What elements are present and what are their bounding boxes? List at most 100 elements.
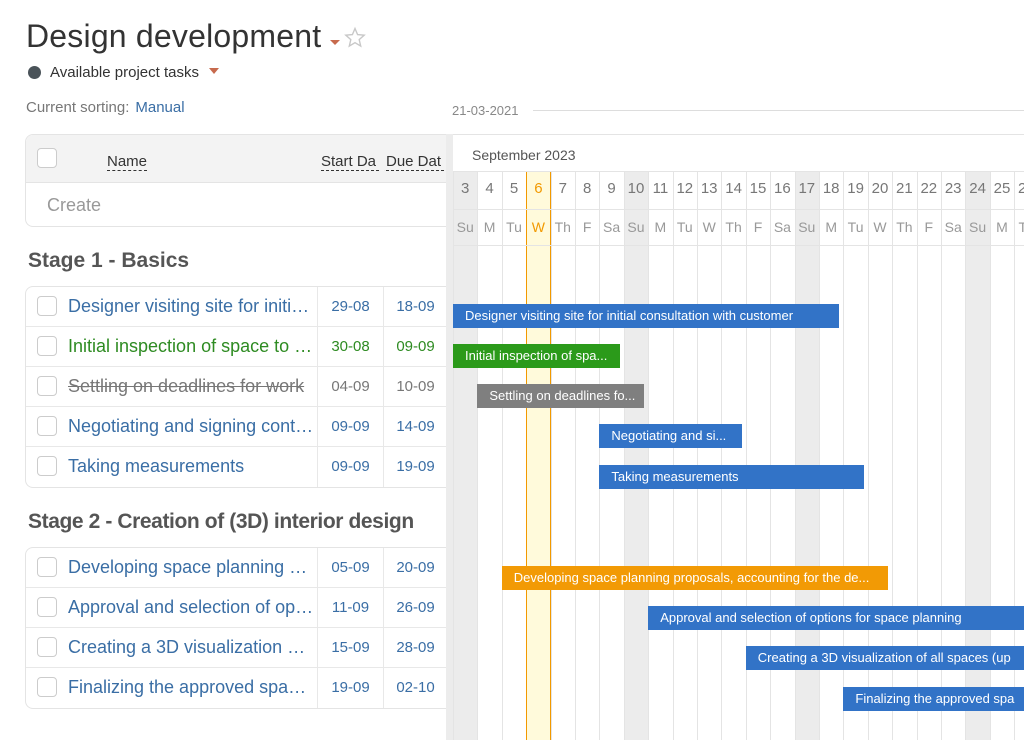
day-number: 24 (969, 180, 986, 197)
task-table-header: Name Start Da Due Dat Create (25, 134, 446, 227)
task-checkbox[interactable] (37, 336, 57, 356)
day-column (477, 171, 501, 740)
task-name[interactable]: Designer visiting site for initial consu… (68, 296, 314, 317)
day-name: Tu (676, 219, 693, 235)
day-name: Th (725, 219, 742, 235)
gantt-task-bar[interactable]: Taking measurements (599, 465, 864, 489)
task-checkbox[interactable] (37, 637, 57, 657)
task-name[interactable]: Finalizing the approved space planning (68, 677, 314, 698)
task-checkbox[interactable] (37, 376, 57, 396)
day-name: M (996, 219, 1008, 235)
page-title: Design development (26, 18, 322, 54)
column-header-name[interactable]: Name (107, 153, 148, 171)
create-task-input[interactable]: Create (47, 195, 101, 216)
day-name: Sa (603, 219, 621, 235)
task-checkbox[interactable] (37, 296, 57, 316)
column-header-due-date[interactable]: Due Dat (386, 153, 444, 171)
panel-splitter[interactable] (446, 134, 453, 740)
task-name[interactable]: Approval and selection of options for sp… (68, 597, 314, 618)
table-row[interactable]: Settling on deadlines for work 04-09 10-… (26, 367, 446, 407)
gantt-chart[interactable]: September 2023 3 Su 4 M 5 Tu 6 W 7 Th 8 F 9 Sa 10 Su 11 M… (453, 134, 1024, 740)
gantt-task-bar[interactable]: Creating a 3D visualization of all space… (745, 646, 1024, 670)
stage-2-task-list: Developing space planning proposals 05-0… (25, 547, 446, 709)
day-number: 15 (749, 180, 767, 197)
task-checkbox[interactable] (37, 597, 57, 617)
gantt-task-bar[interactable]: Approval and selection of options for sp… (648, 606, 1024, 630)
gantt-task-bar[interactable]: Developing space planning proposals, acc… (501, 566, 889, 590)
task-start-date: 09-09 (317, 447, 383, 487)
table-row[interactable]: Negotiating and signing contract 09-09 1… (26, 407, 446, 447)
task-due-date: 02-10 (383, 668, 446, 708)
table-row[interactable]: Designer visiting site for initial consu… (26, 287, 446, 327)
timeline-scrubber[interactable] (533, 110, 1024, 111)
stage-title[interactable]: Stage 2 - Creation of (3D) interior desi… (28, 510, 414, 534)
task-due-date: 09-09 (383, 327, 446, 367)
day-number: 11 (652, 180, 669, 197)
task-start-date: 30-08 (317, 327, 383, 367)
select-all-checkbox[interactable] (37, 148, 57, 168)
task-checkbox[interactable] (37, 677, 57, 697)
status-dot-icon (28, 66, 41, 79)
column-header-start-date[interactable]: Start Da (321, 153, 379, 171)
day-column (648, 171, 672, 740)
task-start-date: 29-08 (317, 287, 383, 327)
table-row[interactable]: Developing space planning proposals 05-0… (26, 548, 446, 588)
day-column (721, 171, 745, 740)
day-number: 6 (534, 180, 543, 197)
day-name: Su (627, 219, 645, 235)
task-checkbox[interactable] (37, 557, 57, 577)
day-name: F (753, 219, 763, 235)
day-number: 12 (676, 180, 694, 197)
gantt-task-bar[interactable]: Finalizing the approved spa (843, 687, 1024, 711)
task-start-date: 15-09 (317, 628, 383, 668)
task-due-date: 10-09 (383, 367, 446, 407)
table-row[interactable]: Approval and selection of options for sp… (26, 588, 446, 628)
title-dropdown-icon[interactable] (330, 40, 340, 45)
day-name: Th (896, 219, 913, 235)
status-label: Available project tasks (50, 64, 199, 81)
day-name: Tu (847, 219, 864, 235)
task-start-date: 11-09 (317, 588, 383, 628)
sorting-value[interactable]: Manual (135, 99, 184, 116)
gantt-task-bar[interactable]: Initial inspection of spa... (453, 344, 620, 368)
day-name: M (483, 219, 496, 235)
task-name[interactable]: Developing space planning proposals (68, 557, 314, 578)
day-column (575, 171, 599, 740)
task-name[interactable]: Creating a 3D visualization of all space… (68, 637, 314, 658)
divider (453, 245, 1024, 246)
day-number: 23 (944, 180, 962, 197)
task-checkbox[interactable] (37, 456, 57, 476)
table-row[interactable]: Taking measurements 09-09 19-09 (26, 447, 446, 487)
task-checkbox[interactable] (37, 416, 57, 436)
divider (453, 171, 1024, 172)
gantt-task-bar[interactable]: Negotiating and si... (599, 424, 742, 448)
day-number: 3 (461, 180, 470, 197)
sorting-label: Current sorting: (26, 99, 130, 116)
table-row[interactable]: Initial inspection of space to be design… (26, 327, 446, 367)
task-name[interactable]: Initial inspection of space to be design… (68, 336, 314, 357)
gantt-task-bar[interactable]: Designer visiting site for initial consu… (453, 304, 840, 328)
table-row[interactable]: Creating a 3D visualization of all space… (26, 628, 446, 668)
day-name: Su (456, 219, 474, 235)
gantt-task-bar[interactable]: Settling on deadlines fo... (477, 384, 645, 408)
day-name: Su (798, 219, 816, 235)
task-name[interactable]: Taking measurements (68, 456, 314, 477)
day-column (550, 171, 575, 740)
task-start-date: 05-09 (317, 548, 383, 588)
task-name[interactable]: Settling on deadlines for work (68, 376, 314, 397)
star-icon[interactable] (343, 26, 367, 50)
day-name: W (702, 219, 716, 235)
day-column (453, 171, 478, 740)
stage-title[interactable]: Stage 1 - Basics (28, 249, 189, 273)
task-due-date: 14-09 (383, 407, 446, 447)
day-column (697, 171, 721, 740)
create-task-row[interactable]: Create (26, 183, 446, 226)
day-number: 5 (509, 180, 519, 197)
day-number: 4 (485, 180, 494, 197)
today-column (526, 171, 551, 740)
day-number: 16 (774, 180, 791, 197)
day-name: M (654, 219, 667, 235)
project-status-selector[interactable]: Available project tasks (28, 64, 219, 81)
task-name[interactable]: Negotiating and signing contract (68, 416, 314, 437)
table-row[interactable]: Finalizing the approved space planning 1… (26, 668, 446, 708)
